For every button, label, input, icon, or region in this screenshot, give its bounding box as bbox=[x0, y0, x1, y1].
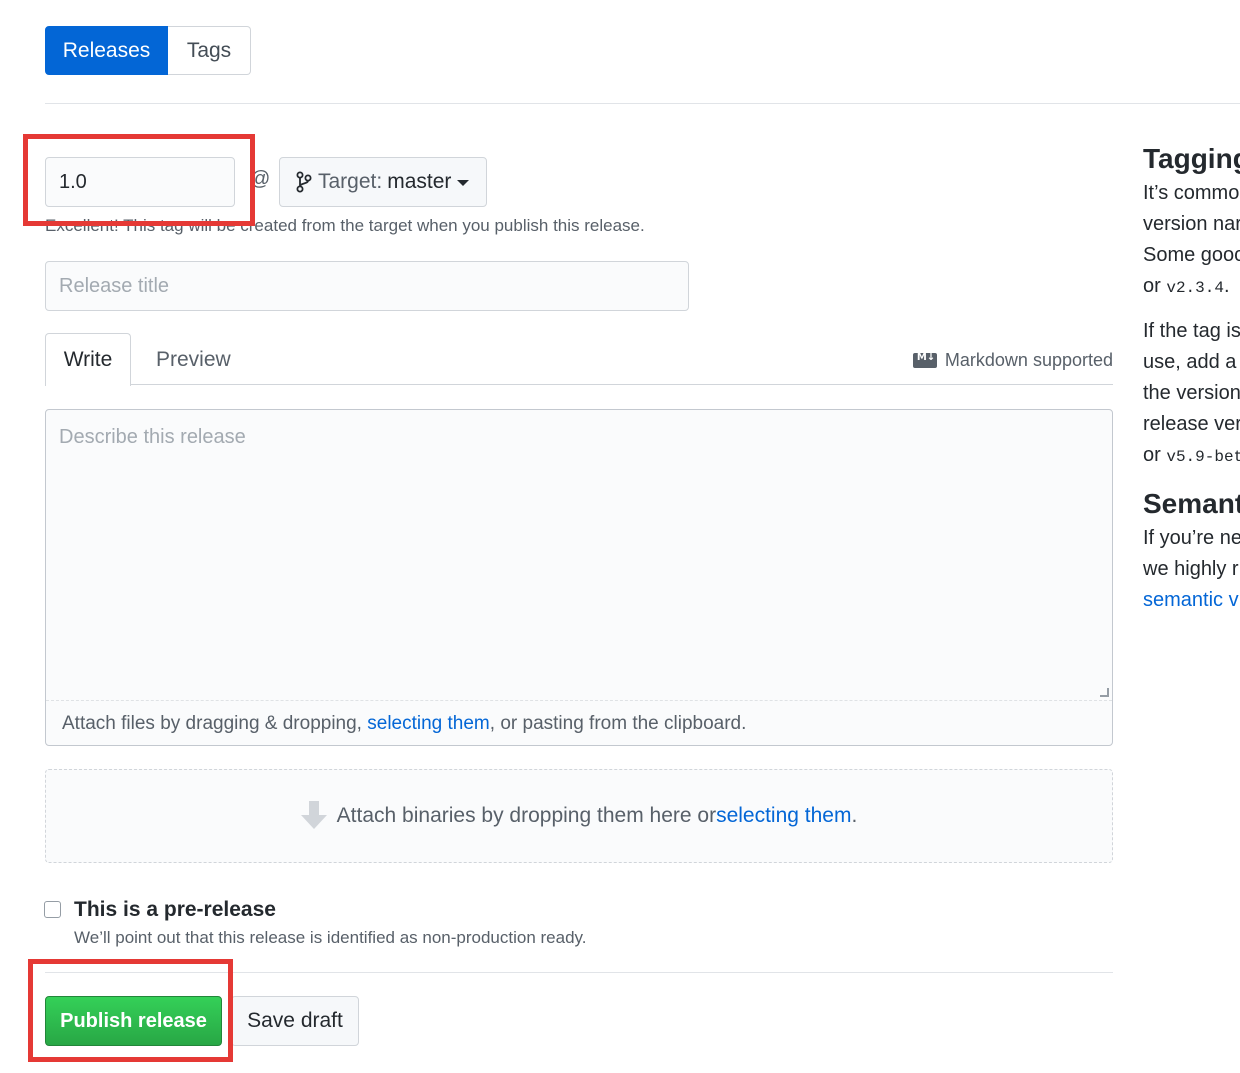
prerelease-checkbox[interactable] bbox=[44, 901, 61, 918]
tab-releases[interactable]: Releases bbox=[45, 26, 168, 75]
attach-files-hint: Attach files by dragging & dropping, sel… bbox=[62, 713, 747, 734]
prerelease-hint: We’ll point out that this release is ide… bbox=[74, 928, 587, 947]
tab-tags[interactable]: Tags bbox=[168, 26, 251, 75]
save-draft-button[interactable]: Save draft bbox=[231, 996, 359, 1046]
binaries-drop-zone[interactable]: Attach binaries by dropping them here or… bbox=[45, 769, 1113, 863]
markdown-note: Markdown supported bbox=[944, 350, 1113, 370]
release-title-input[interactable] bbox=[45, 261, 689, 311]
target-branch-dropdown[interactable]: Target: master bbox=[279, 157, 487, 207]
attach-files-select-link[interactable]: selecting them bbox=[367, 713, 490, 734]
git-branch-icon bbox=[296, 171, 312, 193]
resize-handle-icon[interactable] bbox=[1100, 688, 1109, 697]
semantic-versioning-link[interactable]: semantic v bbox=[1143, 589, 1239, 611]
release-description-textarea[interactable] bbox=[46, 410, 1112, 700]
semantic-heading: Semant bbox=[1143, 488, 1240, 519]
prerelease-label[interactable]: This is a pre-release bbox=[74, 898, 276, 922]
tab-preview[interactable]: Preview bbox=[140, 333, 247, 386]
tagging-heading: Tagging bbox=[1143, 143, 1240, 174]
caret-down-icon bbox=[457, 180, 470, 186]
tab-write[interactable]: Write bbox=[45, 333, 131, 386]
target-value: master bbox=[387, 170, 452, 193]
binaries-select-link[interactable]: selecting them bbox=[716, 804, 851, 828]
tagging-help-sidebar: Tagging It’s commo version nar Some gooc… bbox=[1143, 140, 1240, 616]
markdown-icon: M↓ bbox=[912, 352, 937, 368]
top-divider bbox=[45, 103, 1240, 104]
target-label: Target: bbox=[318, 170, 383, 193]
releases-tags-switcher: Releases Tags bbox=[45, 26, 251, 75]
binaries-text: Attach binaries by dropping them here or bbox=[336, 804, 717, 827]
release-description-box: Attach files by dragging & dropping, sel… bbox=[45, 409, 1113, 746]
highlight-box-publish bbox=[28, 959, 233, 1062]
attach-separator bbox=[46, 700, 1112, 701]
highlight-box-tag bbox=[23, 134, 255, 226]
markdown-supported[interactable]: M↓ Markdown supported bbox=[912, 350, 1113, 371]
arrow-down-icon bbox=[300, 801, 327, 831]
